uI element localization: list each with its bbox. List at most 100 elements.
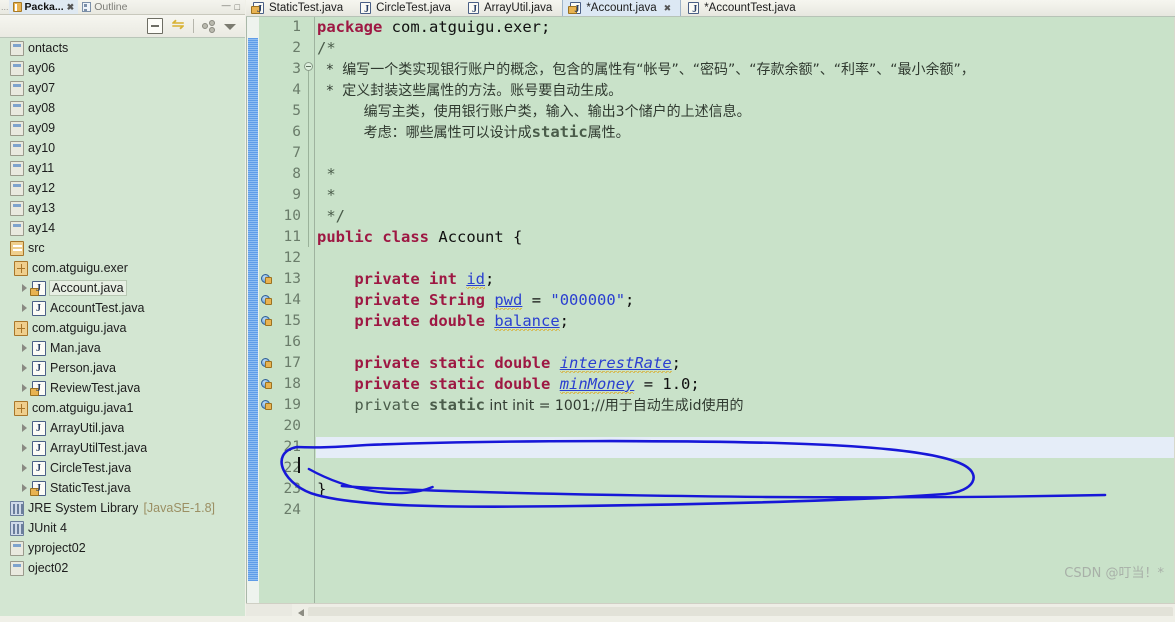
- tree-item-label: src: [28, 241, 45, 255]
- tree-item[interactable]: ontacts: [0, 38, 245, 58]
- tree-item[interactable]: Account.java: [0, 278, 245, 298]
- collapse-all-icon[interactable]: [147, 18, 163, 34]
- project-tree[interactable]: ontacts ay06 ay07 ay08 ay09 ay10 ay11 ay12 ay13 a…: [0, 38, 245, 622]
- tree-item[interactable]: ay11: [0, 158, 245, 178]
- code-line[interactable]: * 编写一个类实现银行账户的概念，包含的属性有“帐号”、“密码”、“存款余额”、…: [316, 59, 1174, 80]
- tree-item[interactable]: ay14: [0, 218, 245, 238]
- expand-arrow-icon[interactable]: [22, 284, 27, 292]
- tab-outline[interactable]: Outline: [78, 0, 131, 14]
- code-line[interactable]: 编写主类，使用银行账户类，输入、输出3个储户的上述信息。: [316, 101, 1174, 122]
- tree-item[interactable]: Person.java: [0, 358, 245, 378]
- code-line[interactable]: [316, 332, 1174, 353]
- tree-item[interactable]: ay09: [0, 118, 245, 138]
- tree-item[interactable]: src: [0, 238, 245, 258]
- view-menu-icon[interactable]: [201, 18, 217, 34]
- code-line[interactable]: [316, 248, 1174, 269]
- field-marker-icon[interactable]: [260, 399, 272, 412]
- expand-arrow-icon[interactable]: [22, 424, 27, 432]
- editor-tab[interactable]: *Account.java ✖: [562, 0, 682, 16]
- chevron-down-icon[interactable]: [224, 24, 236, 30]
- code-line[interactable]: private int id;: [316, 269, 1174, 290]
- tree-item[interactable]: JUnit 4: [0, 518, 245, 538]
- tree-item[interactable]: oject02: [0, 558, 245, 578]
- java-file-icon: [32, 460, 46, 476]
- tree-item[interactable]: com.atguigu.java1: [0, 398, 245, 418]
- fold-range-line: [308, 69, 309, 247]
- expand-arrow-icon[interactable]: [22, 444, 27, 452]
- field-marker-icon[interactable]: [260, 273, 272, 286]
- tree-item[interactable]: AccountTest.java: [0, 298, 245, 318]
- code-line[interactable]: *: [316, 185, 1174, 206]
- tree-item-label: com.atguigu.java1: [32, 401, 134, 415]
- tree-item[interactable]: ReviewTest.java: [0, 378, 245, 398]
- tree-item[interactable]: ay06: [0, 58, 245, 78]
- code-line[interactable]: /*: [316, 38, 1174, 59]
- tree-item[interactable]: com.atguigu.java: [0, 318, 245, 338]
- tree-item-label: Person.java: [50, 361, 117, 375]
- tree-item[interactable]: StaticTest.java: [0, 478, 245, 498]
- expand-arrow-icon[interactable]: [22, 484, 27, 492]
- tree-item[interactable]: yproject02: [0, 538, 245, 558]
- code-line[interactable]: [316, 143, 1174, 164]
- editor-tab[interactable]: CircleTest.java: [353, 0, 461, 16]
- minimize-button[interactable]: —: [222, 0, 235, 14]
- tree-item[interactable]: com.atguigu.exer: [0, 258, 245, 278]
- code-line[interactable]: private static double minMoney = 1.0;: [316, 374, 1174, 395]
- code-content[interactable]: package com.atguigu.exer;/* * 编写一个类实现银行账…: [316, 17, 1174, 603]
- code-line[interactable]: [316, 416, 1174, 437]
- code-line[interactable]: private String pwd = "000000";: [316, 290, 1174, 311]
- tree-item[interactable]: ay12: [0, 178, 245, 198]
- code-line[interactable]: [316, 458, 1174, 479]
- editor-tab[interactable]: *AccountTest.java: [681, 0, 805, 16]
- code-line[interactable]: */: [316, 206, 1174, 227]
- line-number: 4: [292, 82, 301, 98]
- tree-item[interactable]: ArrayUtilTest.java: [0, 438, 245, 458]
- tab-package-explorer[interactable]: Packa... ✖: [8, 0, 79, 14]
- editor-tab[interactable]: StaticTest.java: [246, 0, 353, 16]
- field-marker-icon[interactable]: [260, 315, 272, 328]
- code-line[interactable]: private static int init = 1001;//用于自动生成i…: [316, 395, 1174, 416]
- code-line[interactable]: private static double interestRate;: [316, 353, 1174, 374]
- expand-arrow-icon[interactable]: [22, 464, 27, 472]
- folding-column[interactable]: [303, 17, 315, 603]
- tree-item[interactable]: Man.java: [0, 338, 245, 358]
- tree-item[interactable]: JRE System Library [JavaSE-1.8]: [0, 498, 245, 518]
- project-icon: [10, 200, 24, 216]
- line-number: 8: [292, 166, 301, 182]
- line-number: 18: [283, 376, 301, 392]
- field-marker-icon[interactable]: [260, 294, 272, 307]
- expand-arrow-icon[interactable]: [22, 384, 27, 392]
- tree-item[interactable]: CircleTest.java: [0, 458, 245, 478]
- code-line[interactable]: package com.atguigu.exer;: [316, 17, 1174, 38]
- editor-tab[interactable]: ArrayUtil.java: [461, 0, 562, 16]
- field-marker-icon[interactable]: [260, 378, 272, 391]
- close-icon[interactable]: ✖: [664, 3, 672, 13]
- tab-overflow-indicator[interactable]: ...: [0, 2, 9, 12]
- java-source-editor[interactable]: 1 2 3 4 5 6 7 8 9 10 11 12 13 14 15 16 17 18 19 20 21 22 23 24 …: [246, 17, 1175, 603]
- tree-item[interactable]: ay07: [0, 78, 245, 98]
- tab-label: Packa...: [24, 1, 64, 13]
- code-line[interactable]: 考虑：哪些属性可以设计成static属性。: [316, 122, 1174, 143]
- code-line[interactable]: public class Account {: [316, 227, 1174, 248]
- expand-arrow-icon[interactable]: [22, 304, 27, 312]
- code-line[interactable]: * 定义封装这些属性的方法。账号要自动生成。: [316, 80, 1174, 101]
- tree-item[interactable]: ay08: [0, 98, 245, 118]
- tree-item[interactable]: ay10: [0, 138, 245, 158]
- marker-column[interactable]: [259, 17, 273, 603]
- code-line[interactable]: }: [316, 479, 1174, 500]
- field-marker-icon[interactable]: [260, 357, 272, 370]
- code-line[interactable]: [316, 437, 1174, 458]
- maximize-button[interactable]: □: [235, 2, 245, 13]
- toolbar-divider: [193, 19, 194, 33]
- tree-item[interactable]: ay13: [0, 198, 245, 218]
- code-line[interactable]: *: [316, 164, 1174, 185]
- code-line[interactable]: [316, 500, 1174, 521]
- expand-arrow-icon[interactable]: [22, 344, 27, 352]
- link-with-editor-icon[interactable]: ⇋: [170, 17, 186, 34]
- code-line[interactable]: private double balance;: [316, 311, 1174, 332]
- tree-item[interactable]: ArrayUtil.java: [0, 418, 245, 438]
- expand-arrow-icon[interactable]: [22, 364, 27, 372]
- tree-item-label: ay11: [28, 161, 55, 175]
- close-icon[interactable]: ✖: [67, 2, 75, 12]
- fold-collapse-icon[interactable]: [304, 62, 313, 71]
